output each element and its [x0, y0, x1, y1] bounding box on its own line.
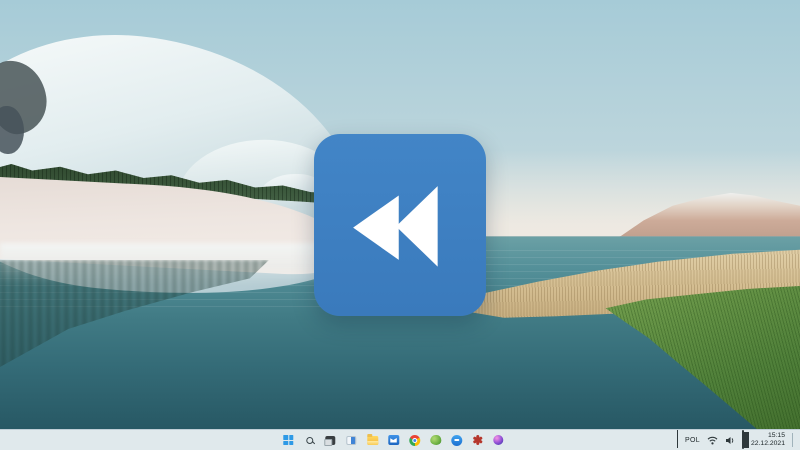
mail-button[interactable]: [386, 433, 400, 448]
rewind-icon: [353, 186, 438, 267]
system-tray: POL 15:15 22.12.2021: [677, 430, 795, 450]
task-view-button[interactable]: [323, 433, 337, 448]
mail-icon: [387, 435, 399, 445]
show-desktop-button[interactable]: [792, 433, 795, 447]
chrome-button[interactable]: [407, 433, 421, 448]
chevron-up-icon: [677, 430, 679, 448]
search-button[interactable]: [302, 433, 316, 448]
clock-date: 22.12.2021: [750, 440, 785, 447]
red-app-button[interactable]: [470, 433, 484, 448]
clock[interactable]: 15:15 22.12.2021: [751, 432, 785, 447]
wifi-button[interactable]: [707, 436, 718, 445]
desktop[interactable]: POL 15:15 22.12.2021: [0, 0, 800, 450]
battery-button[interactable]: [741, 430, 744, 449]
green-app-button[interactable]: [428, 433, 442, 448]
red-pinwheel-app-icon: [472, 435, 483, 445]
widgets-icon: [346, 435, 357, 445]
purple-sphere-app-icon: [493, 435, 504, 445]
taskbar: POL 15:15 22.12.2021: [0, 429, 800, 450]
task-view-icon: [324, 435, 336, 446]
volume-button[interactable]: [725, 436, 735, 445]
purple-app-button[interactable]: [491, 433, 505, 448]
file-explorer-button[interactable]: [365, 433, 379, 448]
blue-round-app-icon: [450, 434, 462, 446]
language-indicator[interactable]: POL: [685, 437, 700, 444]
wifi-icon: [707, 436, 718, 444]
blue-round-app-button[interactable]: [449, 433, 463, 448]
taskbar-pinned-icons: [281, 430, 505, 450]
search-icon: [305, 436, 313, 444]
battery-icon: [741, 430, 744, 449]
volume-icon: [725, 436, 734, 444]
chrome-icon: [408, 434, 420, 446]
green-app-icon: [429, 435, 441, 445]
rewind-logo[interactable]: [314, 134, 486, 316]
clock-time: 15:15: [767, 432, 785, 440]
hidden-icons-button[interactable]: [677, 430, 679, 449]
folder-icon: [366, 433, 378, 445]
start-button[interactable]: [281, 433, 295, 448]
widgets-button[interactable]: [344, 433, 358, 448]
windows-logo-icon: [283, 435, 294, 445]
